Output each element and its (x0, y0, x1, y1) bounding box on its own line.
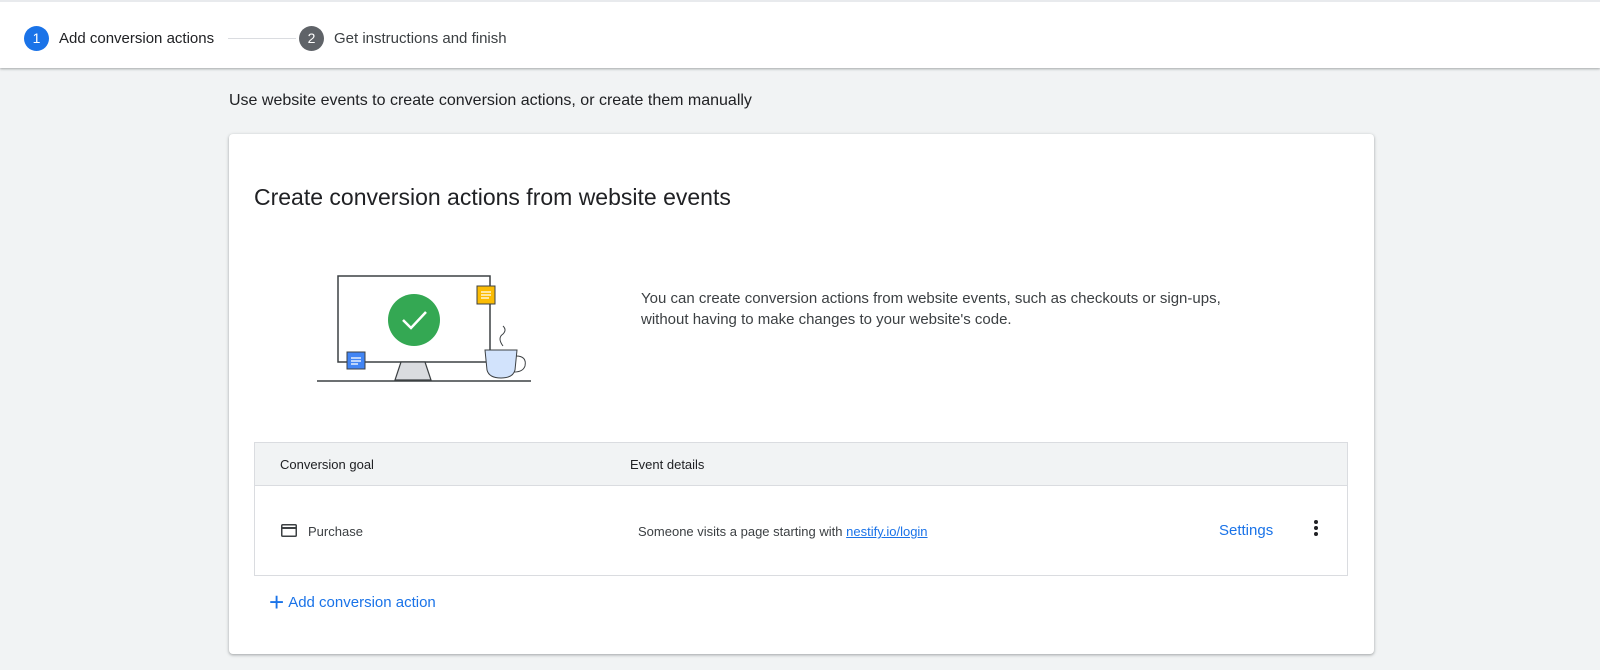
credit-card-icon (281, 524, 297, 537)
event-description: Someone visits a page starting with (638, 524, 843, 539)
card-description: You can create conversion actions from w… (641, 290, 1221, 328)
step-1[interactable]: 1 Add conversion actions (24, 24, 214, 52)
add-conversion-action-button[interactable]: + Add conversion action (269, 587, 436, 617)
step-2[interactable]: 2 Get instructions and finish (299, 24, 507, 52)
cup-icon (484, 349, 518, 379)
monitor-illustration (317, 275, 531, 382)
step-number-badge: 1 (24, 25, 49, 51)
step-label: Get instructions and finish (334, 29, 507, 47)
stepper-bar: 1 Add conversion actions 2 Get instructi… (0, 0, 1600, 68)
step-number-badge: 2 (299, 25, 324, 51)
website-events-card: Create conversion actions from website e… (229, 134, 1374, 654)
step-connector (228, 38, 296, 39)
add-icon: + (269, 587, 285, 617)
card-title: Create conversion actions from website e… (254, 184, 731, 210)
column-header-event-details: Event details (630, 457, 705, 472)
conversion-goal-label: Purchase (308, 524, 363, 539)
table-row: Purchase Someone visits a page starting … (255, 486, 1347, 575)
event-details: Someone visits a page starting with nest… (638, 524, 928, 539)
settings-button[interactable]: Settings (1219, 522, 1273, 539)
event-url-link[interactable]: nestify.io/login (846, 524, 927, 539)
check-icon (388, 294, 440, 346)
add-conversion-action-label: Add conversion action (288, 593, 436, 611)
intro-text: Use website events to create conversion … (229, 92, 752, 109)
step-label: Add conversion actions (59, 29, 215, 47)
table-header: Conversion goal Event details (255, 443, 1347, 486)
column-header-conversion-goal: Conversion goal (280, 457, 374, 472)
conversion-table: Conversion goal Event details Purchase S… (254, 442, 1348, 576)
more-vert-icon[interactable] (1310, 520, 1322, 538)
